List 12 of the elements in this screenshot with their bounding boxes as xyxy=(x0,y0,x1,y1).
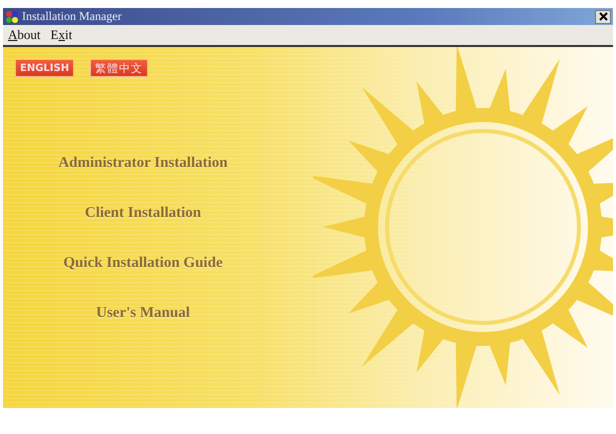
menu-link[interactable]: User's Manual xyxy=(96,305,190,322)
menu-link[interactable]: Client Installation xyxy=(84,205,202,222)
menu-item[interactable]: Exit xyxy=(48,27,76,43)
menu-item[interactable]: About xyxy=(5,27,44,43)
close-button[interactable] xyxy=(595,10,611,24)
language-button[interactable]: 繁體中文 xyxy=(90,59,148,77)
app-icon xyxy=(5,10,19,24)
language-button[interactable]: ENGLISH xyxy=(15,59,74,77)
menu-link[interactable]: Quick Installation Guide xyxy=(63,255,223,272)
close-icon xyxy=(598,12,608,21)
window-title: Installation Manager xyxy=(22,9,123,24)
menu-link[interactable]: Administrator Installation xyxy=(58,155,228,172)
